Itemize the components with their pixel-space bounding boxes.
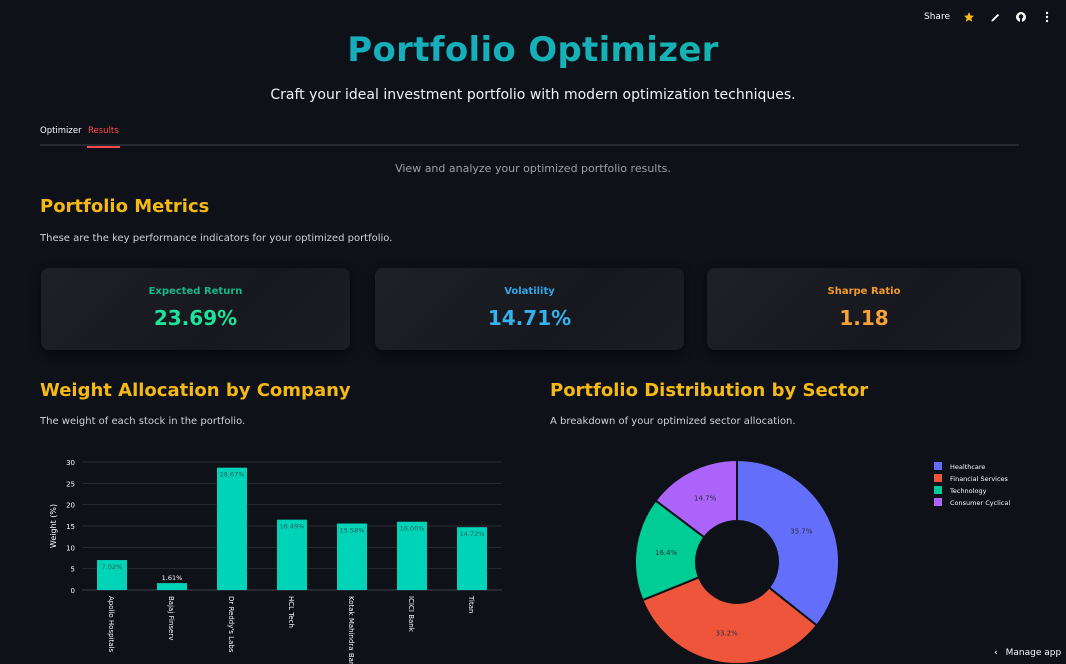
tab-results[interactable]: Results	[87, 126, 120, 148]
metric-card-volatility: Volatility 14.71%	[375, 268, 684, 350]
metric-card-sharpe-ratio: Sharpe Ratio 1.18	[707, 268, 1021, 350]
manage-app-button[interactable]: ‹ Manage app	[986, 642, 1066, 664]
github-icon[interactable]	[1014, 10, 1028, 24]
metric-value: 23.69%	[153, 306, 238, 330]
metric-card-expected-return: Expected Return 23.69%	[41, 268, 350, 350]
y-tick-label: 15	[66, 523, 75, 531]
weight-bar-chart[interactable]: 0 5 10 15 20 25 30 Weight (%) 7.02% Apollo Hospit…	[40, 448, 510, 664]
app-toolbar: Share	[924, 0, 1066, 34]
legend-label: Technology	[949, 487, 987, 495]
more-menu-icon[interactable]	[1040, 10, 1054, 24]
bar-data-label: 15.58%	[340, 527, 365, 535]
y-tick-label: 25	[66, 480, 75, 488]
page-subtitle: Craft your ideal investment portfolio wi…	[270, 87, 796, 103]
legend-label: Healthcare	[950, 463, 985, 471]
page-title: Portfolio Optimizer	[0, 30, 1066, 70]
weight-heading: Weight Allocation by Company	[40, 380, 351, 401]
y-axis-label: Weight (%)	[49, 504, 58, 548]
legend-swatch	[934, 462, 942, 470]
metric-label: Sharpe Ratio	[827, 286, 901, 297]
bar-data-label: 14.72%	[460, 530, 485, 538]
results-caption: View and analyze your optimized portfoli…	[395, 162, 671, 175]
legend-label: Financial Services	[950, 475, 1009, 483]
bar-data-label: 7.02%	[102, 563, 123, 571]
sector-heading: Portfolio Distribution by Sector	[550, 380, 869, 401]
slice-data-label: 35.7%	[790, 527, 813, 535]
legend-label: Consumer Cyclical	[950, 499, 1010, 507]
weight-description: The weight of each stock in the portfoli…	[40, 416, 246, 427]
x-tick-label: ICICI Bank	[407, 596, 415, 633]
sector-donut-chart[interactable]: 35.7% 33.2% 16.4% 14.7% Healthcare Financial …	[560, 448, 1060, 664]
y-tick-label: 5	[71, 566, 75, 574]
x-tick-label: Bajaj Finserv	[167, 596, 175, 640]
legend-swatch	[934, 474, 942, 482]
bar	[217, 467, 247, 590]
x-tick-label: HCL Tech	[287, 596, 295, 628]
metric-value: 14.71%	[487, 306, 572, 330]
x-tick-label: Dr Reddy's Labs	[227, 596, 235, 653]
x-tick-label: Kotak Mahindra Bank	[347, 596, 355, 664]
metrics-description: These are the key performance indicators…	[40, 233, 393, 244]
legend-swatch	[934, 486, 942, 494]
legend-swatch	[934, 498, 942, 506]
tab-bar: Optimizer Results	[40, 122, 1019, 148]
metrics-heading: Portfolio Metrics	[40, 196, 210, 217]
metric-label: Expected Return	[148, 286, 243, 297]
bar-data-label: 16.00%	[400, 525, 425, 533]
edit-icon[interactable]	[988, 10, 1002, 24]
x-tick-label: Apollo Hospitals	[107, 596, 115, 652]
share-button[interactable]: Share	[924, 12, 950, 22]
star-icon[interactable]	[962, 10, 976, 24]
y-tick-label: 20	[66, 502, 75, 510]
x-tick-label: Titan	[467, 595, 475, 613]
slice-data-label: 16.4%	[655, 549, 678, 557]
y-tick-label: 0	[71, 587, 75, 595]
chevron-left-icon: ‹	[994, 648, 998, 658]
bar-data-label: 28.67%	[220, 471, 245, 479]
slice-data-label: 33.2%	[716, 629, 739, 637]
y-tick-label: 10	[66, 544, 75, 552]
manage-app-label: Manage app	[1005, 648, 1062, 658]
sector-description: A breakdown of your optimized sector all…	[550, 416, 796, 427]
bar-data-label: 16.49%	[280, 523, 305, 531]
metric-value: 1.18	[839, 306, 889, 330]
metric-label: Volatility	[504, 286, 555, 297]
tab-optimizer[interactable]: Optimizer	[40, 126, 82, 146]
bar-data-label: 1.61%	[162, 574, 183, 582]
slice-data-label: 14.7%	[694, 494, 717, 502]
y-tick-label: 30	[66, 459, 75, 467]
bar	[157, 583, 187, 590]
